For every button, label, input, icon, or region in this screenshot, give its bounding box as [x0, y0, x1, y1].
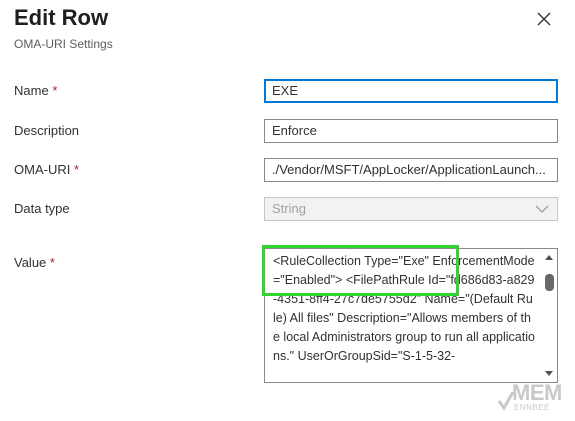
- scroll-up-arrow-icon[interactable]: [545, 255, 553, 260]
- edit-row-panel: Edit Row OMA-URI Settings Name * EXE Des…: [0, 0, 575, 421]
- data-type-select: String: [264, 197, 558, 221]
- required-mark: *: [52, 83, 58, 98]
- close-icon: [537, 12, 551, 26]
- watermark-sub-text: ENNBEE: [514, 403, 550, 412]
- oma-uri-input[interactable]: ./Vendor/MSFT/AppLocker/ApplicationLaunc…: [264, 158, 558, 182]
- value-scrollbar[interactable]: [542, 250, 556, 381]
- name-input[interactable]: EXE: [264, 79, 558, 103]
- scroll-down-arrow-icon[interactable]: [545, 371, 553, 376]
- value-text: <RuleCollection Type="Exe" EnforcementMo…: [273, 254, 535, 363]
- value-label: Value *: [14, 255, 55, 270]
- scroll-thumb[interactable]: [545, 274, 554, 291]
- description-label: Description: [14, 123, 80, 138]
- close-button[interactable]: [535, 10, 553, 28]
- data-type-label: Data type: [14, 201, 70, 216]
- page-subtitle: OMA-URI Settings: [14, 37, 113, 51]
- oma-uri-label: OMA-URI *: [14, 162, 80, 177]
- required-mark: *: [49, 255, 55, 270]
- value-textarea[interactable]: <RuleCollection Type="Exe" EnforcementMo…: [264, 248, 558, 383]
- name-label: Name *: [14, 83, 58, 98]
- chevron-down-icon: [535, 205, 549, 213]
- page-title: Edit Row: [14, 5, 109, 30]
- mem-watermark-logo: MEM ENNBEE: [497, 380, 567, 415]
- required-mark: *: [73, 162, 80, 177]
- description-input[interactable]: Enforce: [264, 119, 558, 143]
- data-type-value: String: [272, 201, 306, 216]
